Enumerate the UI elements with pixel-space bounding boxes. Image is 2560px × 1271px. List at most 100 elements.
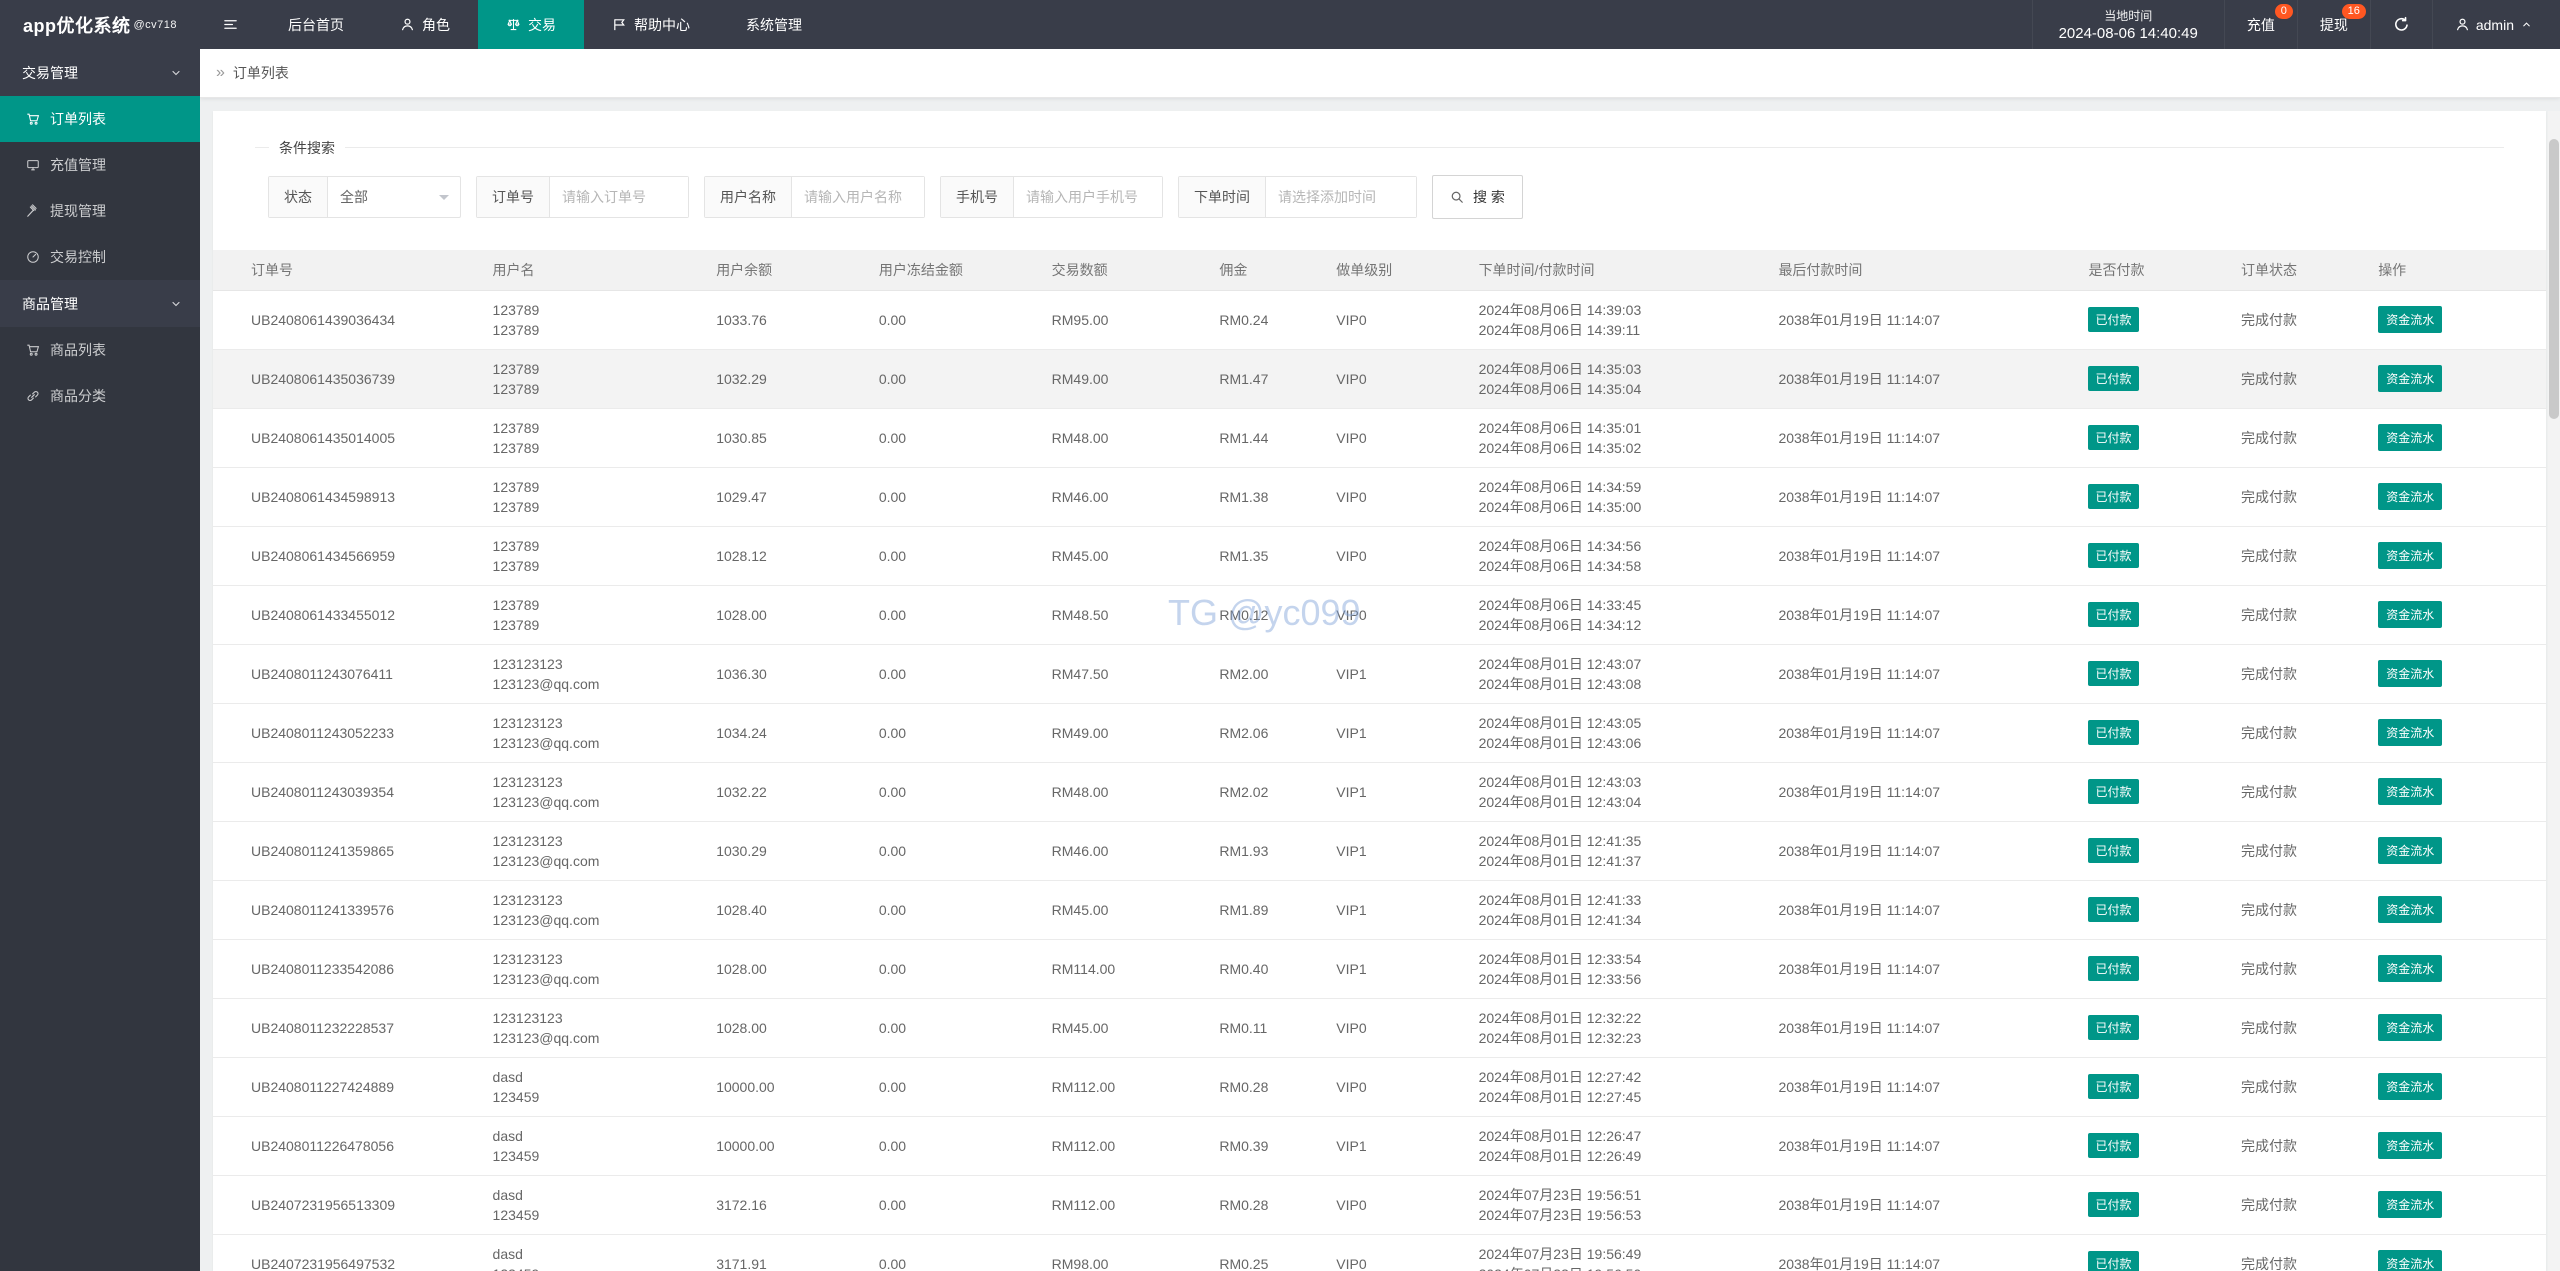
refresh-button[interactable] xyxy=(2369,0,2432,49)
nav-item-help-center[interactable]: 帮助中心 xyxy=(584,0,718,49)
recharge-shortcut[interactable]: 充值 0 xyxy=(2223,0,2297,49)
fund-flow-button[interactable]: 资金流水 xyxy=(2378,1014,2443,1041)
action-cell: 资金流水 xyxy=(2378,998,2546,1058)
commission-cell: RM0.24 xyxy=(1219,290,1337,350)
amount-cell: RM49.00 xyxy=(1051,703,1220,763)
chevron-down-icon xyxy=(170,67,182,79)
order-pay-time-cell: 2024年08月01日 12:41:35 2024年08月01日 12:41:37 xyxy=(1478,821,1779,881)
fund-flow-button[interactable]: 资金流水 xyxy=(2378,1073,2443,1100)
vertical-scrollbar[interactable] xyxy=(2548,111,2560,1271)
balance-cell: 1036.30 xyxy=(716,644,879,704)
paid-cell: 已付款 xyxy=(2088,1116,2241,1176)
nav-item-trade[interactable]: 交易 xyxy=(478,0,584,49)
sidebar-item-product-category[interactable]: 商品分类 xyxy=(0,373,200,419)
nav-item-system-management[interactable]: 系统管理 xyxy=(718,0,830,49)
status-select[interactable]: 全部 xyxy=(328,177,460,217)
level-cell: VIP0 xyxy=(1336,467,1479,527)
order-no-cell: UB2408061434598913 xyxy=(213,467,493,527)
amount-cell: RM49.00 xyxy=(1051,349,1220,409)
sidebar-group-trade-management[interactable]: 交易管理 xyxy=(0,49,200,96)
user-cell-line2: 123123@qq.com xyxy=(492,970,600,987)
fund-flow-button[interactable]: 资金流水 xyxy=(2378,483,2443,510)
last-pay-time-cell: 2038年01月19日 11:14:07 xyxy=(1778,290,2089,350)
user-cell-line2: 123459 xyxy=(493,1264,717,1271)
fund-flow-button[interactable]: 资金流水 xyxy=(2378,1132,2443,1159)
order-list-card: 条件搜索 状态 全部 订单号 用户名称 xyxy=(213,111,2546,1271)
phone-filter-label: 手机号 xyxy=(941,177,1014,217)
local-time-value: 2024-08-06 14:40:49 xyxy=(2058,24,2198,42)
sidebar-item-withdraw-management[interactable]: 提现管理 xyxy=(0,188,200,234)
sidebar-item-order-list[interactable]: 订单列表 xyxy=(0,96,200,142)
order-pay-time-cell-line1: 2024年08月06日 14:35:01 xyxy=(1478,419,1642,436)
fund-flow-button[interactable]: 资金流水 xyxy=(2378,306,2443,333)
fund-flow-button[interactable]: 资金流水 xyxy=(2378,601,2443,628)
order-no-input[interactable] xyxy=(550,177,688,217)
fund-flow-button[interactable]: 资金流水 xyxy=(2378,660,2443,687)
phone-input[interactable] xyxy=(1014,177,1162,217)
paid-badge: 已付款 xyxy=(2088,779,2139,804)
commission-cell: RM1.93 xyxy=(1219,821,1337,881)
order-no-cell: UB2408061435014005 xyxy=(213,408,493,468)
collapse-menu-button[interactable] xyxy=(200,0,260,49)
sidebar-item-recharge-management[interactable]: 充值管理 xyxy=(0,142,200,188)
order-pay-time-cell-line2: 2024年08月06日 14:34:12 xyxy=(1478,616,1642,633)
paid-badge: 已付款 xyxy=(2088,543,2139,568)
order-pay-time-cell-line1: 2024年07月23日 19:56:49 xyxy=(1478,1245,1642,1262)
order-pay-time-cell: 2024年08月06日 14:34:59 2024年08月06日 14:35:00 xyxy=(1478,467,1779,527)
amount-cell: RM112.00 xyxy=(1051,1175,1220,1235)
order-row-8: UB2408011243039354 123123123 123123@qq.com… xyxy=(213,762,2546,822)
fund-flow-button[interactable]: 资金流水 xyxy=(2378,424,2443,451)
frozen-cell: 0.00 xyxy=(878,880,1052,940)
level-cell: VIP0 xyxy=(1336,290,1479,350)
nav-item-home[interactable]: 后台首页 xyxy=(260,0,372,49)
fund-flow-button[interactable]: 资金流水 xyxy=(2378,1250,2443,1271)
order-row-13: UB2408011227424889 dasd 123459 10000.00 0.00… xyxy=(213,1057,2546,1117)
order-no-cell: UB2408011243052233 xyxy=(213,703,493,763)
frozen-cell: 0.00 xyxy=(878,1116,1052,1176)
amount-cell: RM46.00 xyxy=(1051,467,1220,527)
withdraw-shortcut[interactable]: 提现 16 xyxy=(2296,0,2370,49)
last-pay-time-cell: 2038年01月19日 11:14:07 xyxy=(1778,1175,2089,1235)
user-name-input[interactable] xyxy=(792,177,924,217)
order-pay-time-cell: 2024年08月06日 14:33:45 2024年08月06日 14:34:12 xyxy=(1478,585,1779,645)
breadcrumb-arrows-icon: » xyxy=(216,64,225,81)
user-cell: 123123123 123123@qq.com xyxy=(492,644,717,704)
fund-flow-button[interactable]: 资金流水 xyxy=(2378,837,2443,864)
fund-flow-button[interactable]: 资金流水 xyxy=(2378,778,2443,805)
frozen-cell: 0.00 xyxy=(878,526,1052,586)
order-pay-time-cell: 2024年08月06日 14:35:01 2024年08月06日 14:35:02 xyxy=(1478,408,1779,468)
paid-badge: 已付款 xyxy=(2088,1251,2139,1271)
order-pay-time-cell-line2: 2024年08月01日 12:41:34 xyxy=(1478,911,1642,928)
search-button[interactable]: 搜 索 xyxy=(1432,175,1523,219)
scrollbar-thumb[interactable] xyxy=(2549,139,2559,419)
level-cell: VIP0 xyxy=(1336,585,1479,645)
frozen-cell: 0.00 xyxy=(878,408,1052,468)
fund-flow-button[interactable]: 资金流水 xyxy=(2378,896,2443,923)
fund-flow-button[interactable]: 资金流水 xyxy=(2378,365,2443,392)
fund-flow-button[interactable]: 资金流水 xyxy=(2378,542,2443,569)
user-cell-line2: 123459 xyxy=(492,1147,540,1164)
order-pay-time-cell-line2: 2024年08月06日 14:35:02 xyxy=(1478,439,1642,456)
order-pay-time-cell-line2: 2024年08月06日 14:39:11 xyxy=(1478,321,1641,338)
paid-badge: 已付款 xyxy=(2088,425,2139,450)
commission-cell: RM0.28 xyxy=(1219,1175,1337,1235)
order-pay-time-cell: 2024年08月01日 12:26:47 2024年08月01日 12:26:49 xyxy=(1478,1116,1779,1176)
commission-cell: RM1.89 xyxy=(1219,880,1337,940)
action-cell: 资金流水 xyxy=(2378,408,2546,468)
user-cell-line1: 123123123 xyxy=(492,1009,563,1026)
fund-flow-button[interactable]: 资金流水 xyxy=(2378,1191,2443,1218)
sidebar-group-product-management[interactable]: 商品管理 xyxy=(0,280,200,327)
sidebar-item-product-list[interactable]: 商品列表 xyxy=(0,327,200,373)
user-menu[interactable]: admin xyxy=(2431,0,2560,49)
order-row-0: UB2408061439036434 123789 123789 1033.76 0.0… xyxy=(213,290,2546,350)
fund-flow-button[interactable]: 资金流水 xyxy=(2378,719,2443,746)
column-header-8: 最后付款时间 xyxy=(1778,250,2089,291)
frozen-cell: 0.00 xyxy=(878,585,1052,645)
order-time-input[interactable] xyxy=(1266,177,1416,217)
sidebar-item-trade-control[interactable]: 交易控制 xyxy=(0,234,200,280)
user-cell: 123789 123789 xyxy=(492,585,717,645)
paid-cell: 已付款 xyxy=(2088,880,2241,940)
nav-item-roles[interactable]: 角色 xyxy=(372,0,478,49)
fund-flow-button[interactable]: 资金流水 xyxy=(2378,955,2443,982)
user-cell-line2: 123789 xyxy=(492,380,540,397)
